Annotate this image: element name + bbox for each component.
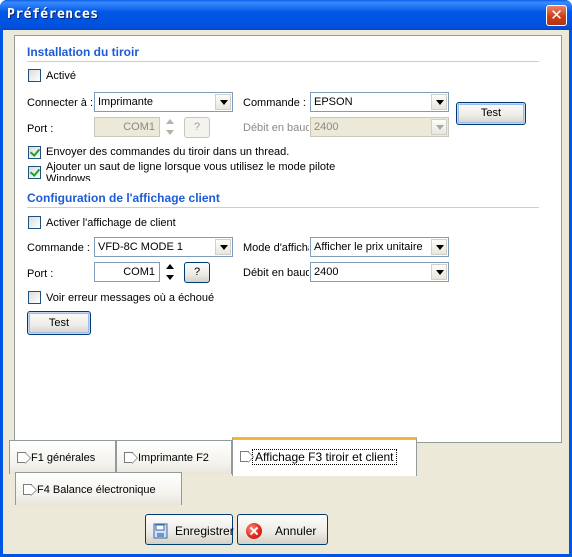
connect-label: Connecter à :	[27, 97, 94, 109]
display-section-title: Configuration de l'affichage client	[27, 191, 220, 205]
connect-select[interactable]: Imprimante	[94, 92, 233, 112]
display-command-select[interactable]: VFD-8C MODE 1	[94, 237, 233, 257]
dialog-client-area: Installation du tiroir Activé Connecter …	[3, 30, 569, 554]
drawer-section-title: Installation du tiroir	[27, 45, 140, 59]
display-mode-label: Mode d'affichage	[243, 242, 309, 254]
spin-up-icon[interactable]	[163, 261, 178, 272]
tab-printer-label: Imprimante F2	[138, 452, 209, 464]
cancel-button[interactable]: Annuler	[237, 514, 328, 545]
display-enable-label: Activer l'affichage de client	[46, 217, 176, 229]
display-baud-select-value: 2400	[314, 266, 339, 278]
display-port-help-label: ?	[193, 266, 201, 278]
display-port-field[interactable]: COM1	[94, 262, 160, 282]
preferences-window: Préférences ✕ Installation du tiroir Act…	[0, 0, 572, 557]
drawer-port-help-label: ?	[193, 121, 201, 133]
tab-scale-label: F4 Balance électronique	[37, 484, 156, 496]
cancel-button-label: Annuler	[275, 524, 317, 538]
display-port-spinner[interactable]	[163, 261, 178, 283]
thread-checkbox[interactable]	[28, 146, 41, 159]
error-messages-label: Voir erreur messages où a échoué	[46, 292, 215, 304]
drawer-active-checkbox[interactable]	[28, 69, 41, 82]
tab-panel: Installation du tiroir Activé Connecter …	[14, 35, 562, 443]
chevron-down-icon[interactable]	[215, 239, 231, 255]
tab-arrow-icon	[17, 452, 31, 464]
drawer-test-button-label: Test	[480, 107, 502, 119]
display-test-button-label: Test	[48, 317, 70, 329]
tab-arrow-icon	[240, 451, 254, 463]
title-bar[interactable]: Préférences ✕	[0, 0, 572, 30]
connect-select-value: Imprimante	[98, 96, 154, 108]
drawer-baud-label: Débit en baud	[243, 122, 309, 134]
drawer-active-label: Activé	[46, 70, 76, 82]
save-button[interactable]: Enregistrer	[145, 514, 234, 545]
display-command-label: Commande :	[27, 242, 90, 254]
chevron-down-icon[interactable]	[215, 94, 231, 110]
linefeed-label: Ajouter un saut de ligne lorsque vous ut…	[46, 161, 336, 181]
display-baud-select[interactable]: 2400	[310, 262, 449, 282]
tab-printer[interactable]: Imprimante F2	[116, 440, 232, 474]
close-button[interactable]: ✕	[546, 5, 567, 26]
thread-label: Envoyer des commandes du tiroir dans un …	[46, 146, 290, 158]
window-title: Préférences	[7, 7, 99, 22]
drawer-baud-select[interactable]: 2400	[310, 117, 449, 137]
chevron-down-icon[interactable]	[431, 94, 447, 110]
chevron-down-icon[interactable]	[431, 119, 447, 135]
drawer-section-divider	[27, 61, 539, 62]
drawer-port-field[interactable]: COM1	[94, 117, 160, 137]
display-baud-label: Débit en baud	[243, 267, 309, 279]
tab-scale[interactable]: F4 Balance électronique	[15, 472, 182, 505]
chevron-down-icon[interactable]	[431, 239, 447, 255]
save-button-label: Enregistrer	[175, 524, 234, 538]
display-mode-select[interactable]: Afficher le prix unitaire	[310, 237, 449, 257]
spin-up-icon[interactable]	[163, 116, 178, 127]
display-enable-checkbox[interactable]	[28, 216, 41, 229]
tab-display-drawer-label: Affichage F3 tiroir et client	[252, 449, 397, 465]
display-section-divider	[27, 207, 539, 208]
error-messages-checkbox[interactable]	[28, 291, 41, 304]
drawer-test-button[interactable]: Test	[456, 102, 526, 125]
tab-general[interactable]: F1 générales	[9, 440, 116, 474]
chevron-down-icon[interactable]	[431, 264, 447, 280]
drawer-port-label: Port :	[27, 123, 54, 135]
tab-display-drawer[interactable]: Affichage F3 tiroir et client	[232, 437, 417, 476]
drawer-command-select[interactable]: EPSON	[310, 92, 449, 112]
save-icon	[153, 523, 168, 539]
cancel-icon	[246, 523, 262, 539]
tab-arrow-icon	[124, 452, 138, 464]
display-port-label: Port :	[27, 268, 54, 280]
spin-down-icon[interactable]	[163, 127, 178, 138]
drawer-command-label: Commande :	[243, 97, 306, 109]
spin-down-icon[interactable]	[163, 272, 178, 283]
tab-general-label: F1 générales	[31, 452, 96, 464]
close-icon: ✕	[550, 6, 563, 24]
drawer-port-spinner[interactable]	[163, 116, 178, 138]
display-port-help-button[interactable]: ?	[184, 262, 210, 283]
display-mode-select-value: Afficher le prix unitaire	[314, 241, 423, 253]
display-test-button[interactable]: Test	[27, 311, 91, 335]
tab-arrow-icon	[23, 484, 37, 496]
drawer-baud-select-value: 2400	[314, 121, 339, 133]
drawer-command-select-value: EPSON	[314, 96, 353, 108]
display-command-select-value: VFD-8C MODE 1	[98, 241, 183, 253]
linefeed-checkbox[interactable]	[28, 166, 41, 179]
drawer-port-help-button[interactable]: ?	[184, 117, 210, 138]
